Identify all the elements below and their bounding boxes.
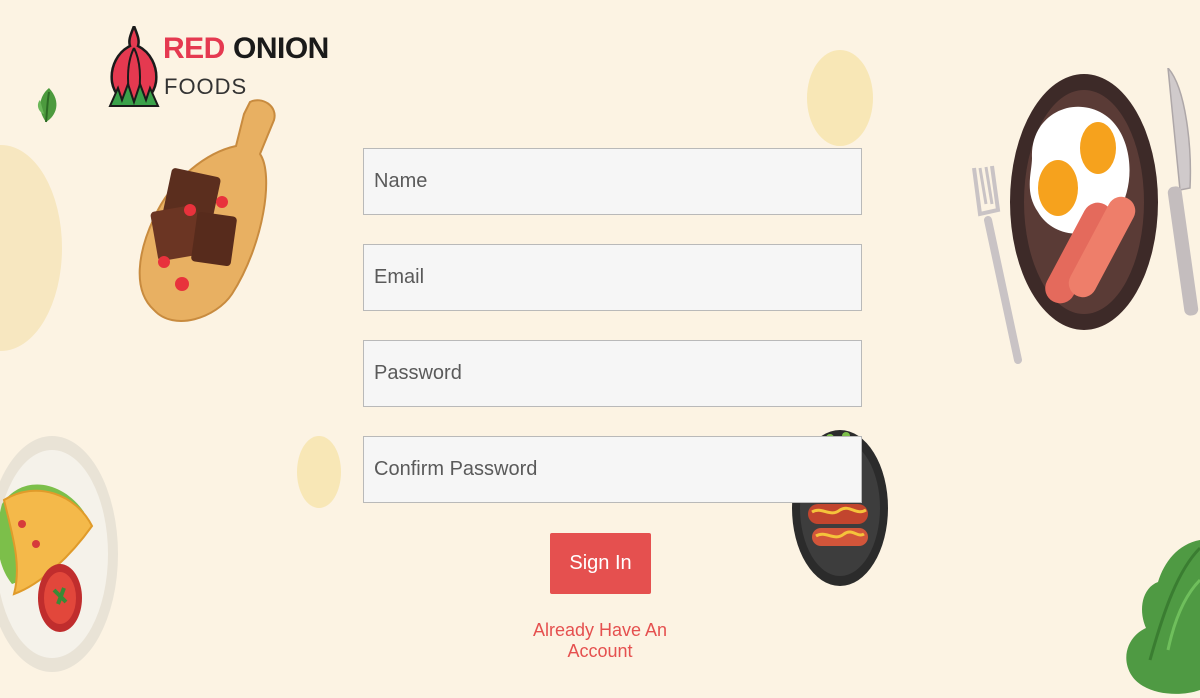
- brand-tagline: FOODS: [164, 74, 248, 99]
- bg-circle-mid: [297, 436, 341, 508]
- lettuce-leaf-illustration: [1126, 540, 1200, 694]
- knife-icon: [1167, 68, 1199, 316]
- email-field[interactable]: [363, 244, 862, 311]
- eggs-sausage-plate-illustration: [1010, 74, 1158, 330]
- taco-plate-illustration: [0, 436, 118, 672]
- bg-circle-top: [807, 50, 873, 146]
- fork-icon: [972, 165, 1022, 364]
- brownie-board-illustration: [138, 99, 276, 322]
- bg-circle-left: [0, 145, 62, 351]
- confirm-password-field[interactable]: [363, 436, 862, 503]
- name-field[interactable]: [363, 148, 862, 215]
- brand-name-dark: ONION: [233, 32, 329, 65]
- herb-leaf-illustration: [37, 88, 57, 123]
- password-field[interactable]: [363, 340, 862, 407]
- brand-name-red: RED: [163, 32, 225, 65]
- already-have-account-link[interactable]: Already Have An Account: [500, 620, 700, 662]
- sign-in-button[interactable]: Sign In: [550, 533, 651, 594]
